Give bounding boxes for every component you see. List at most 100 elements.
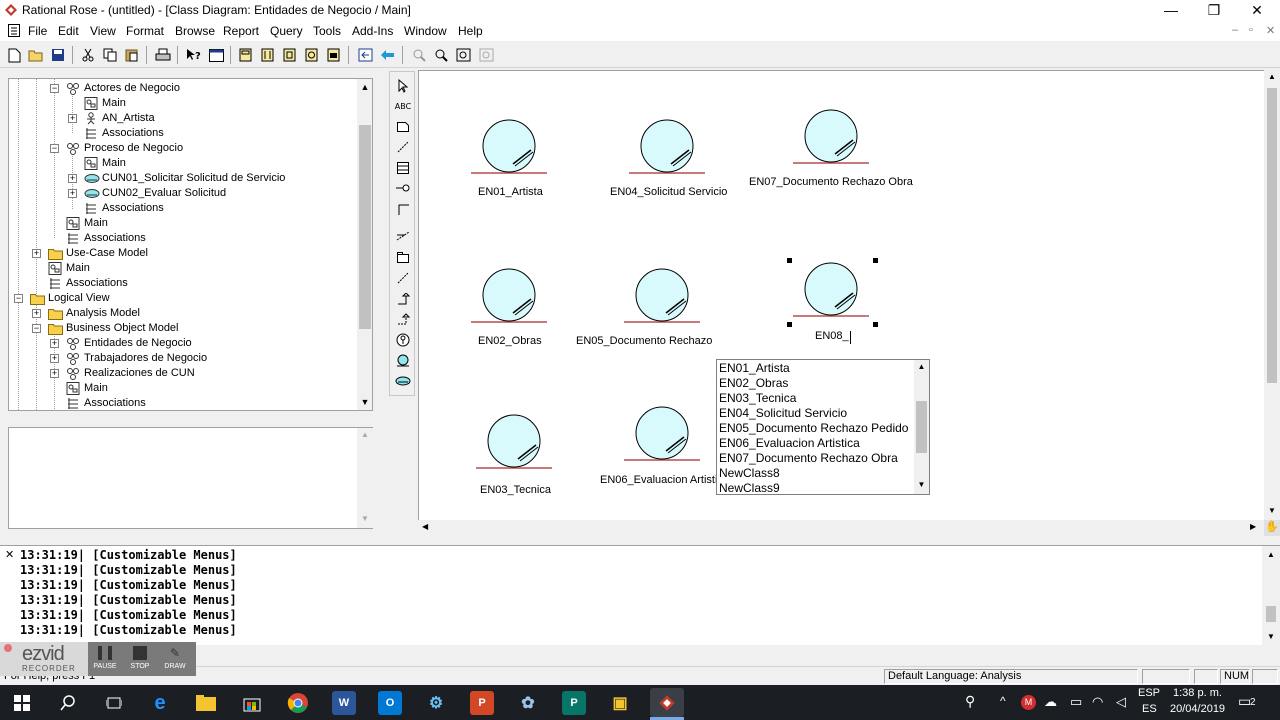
documentation-pane[interactable]: ▲ ▼ — [8, 427, 373, 529]
battery-icon[interactable]: ▭ — [1070, 694, 1082, 710]
document-icon[interactable] — [8, 24, 20, 37]
canvas-vertical-scrollbar[interactable]: ▲ ▼ — [1264, 70, 1280, 520]
canvas-vscroll-thumb[interactable] — [1267, 88, 1277, 383]
menu-edit[interactable]: Edit — [58, 24, 79, 38]
log-close-icon[interactable]: ✕ — [5, 548, 14, 561]
scroll-down-arrow-icon[interactable]: ▼ — [357, 514, 373, 523]
expand-icon[interactable]: + — [68, 174, 77, 183]
close-button[interactable]: ✕ — [1235, 0, 1279, 21]
store-icon[interactable] — [240, 691, 264, 715]
people-icon[interactable]: ⚲ — [965, 693, 975, 710]
copy-icon[interactable] — [101, 46, 119, 64]
autocomplete-item[interactable]: NewClass8 — [719, 466, 780, 481]
entity-label[interactable]: EN07_Documento Rechazo Obra — [749, 176, 913, 188]
package-tool-icon[interactable] — [394, 248, 412, 266]
tray-app-icon[interactable]: M — [1021, 695, 1036, 710]
text-tool-icon[interactable]: ABC — [394, 97, 412, 115]
mdi-restore-button[interactable]: ▫ — [1249, 24, 1253, 36]
business-entity-icon[interactable] — [622, 403, 702, 467]
expand-icon[interactable]: + — [32, 249, 41, 258]
expand-icon[interactable]: + — [68, 189, 77, 198]
hand-pan-icon[interactable]: ✋ — [1264, 520, 1280, 536]
business-actor-tool-icon[interactable] — [394, 331, 412, 349]
undo-fit-icon[interactable] — [477, 46, 495, 64]
minimize-button[interactable]: — — [1149, 0, 1193, 21]
clock-date[interactable]: 20/04/2019 — [1170, 703, 1225, 715]
mdi-minimize-button[interactable]: – — [1232, 24, 1238, 36]
menu-tools[interactable]: Tools — [313, 24, 341, 38]
business-entity-icon[interactable] — [627, 116, 707, 180]
expand-icon[interactable]: + — [50, 354, 59, 363]
entity-label[interactable]: EN06_Evaluacion Artisti — [600, 474, 717, 486]
scroll-up-arrow-icon[interactable]: ▲ — [357, 430, 373, 439]
scroll-left-arrow-icon[interactable]: ◀ — [422, 522, 428, 531]
autocomplete-item[interactable]: EN04_Solicitud Servicio — [719, 406, 847, 421]
browse-class-diagram-icon[interactable] — [236, 46, 254, 64]
class-name-autocomplete-list[interactable]: EN01_Artista EN02_Obras EN03_Tecnica EN04_S… — [716, 359, 930, 495]
expand-icon[interactable]: + — [50, 339, 59, 348]
paste-icon[interactable] — [123, 46, 141, 64]
menu-help[interactable]: Help — [458, 24, 483, 38]
generalization-tool-icon[interactable] — [394, 290, 412, 308]
collapse-icon[interactable]: − — [32, 324, 41, 333]
scroll-up-arrow-icon[interactable]: ▲ — [914, 362, 929, 371]
task-view-icon[interactable] — [102, 691, 126, 715]
scroll-down-arrow-icon[interactable]: ▼ — [1262, 632, 1280, 641]
autocomplete-item[interactable]: EN03_Tecnica — [719, 391, 796, 406]
file-explorer-icon[interactable] — [194, 691, 218, 715]
selection-handle[interactable] — [873, 322, 878, 327]
scroll-down-arrow-icon[interactable]: ▼ — [914, 480, 929, 489]
list-vertical-scrollbar[interactable]: ▲ ▼ — [914, 360, 929, 494]
tree-vertical-scrollbar[interactable]: ▲ ▼ — [357, 79, 372, 410]
scroll-up-arrow-icon[interactable]: ▲ — [357, 79, 372, 95]
note-tool-icon[interactable] — [394, 118, 412, 136]
autocomplete-item[interactable]: NewClass9 — [719, 481, 780, 494]
entity-label[interactable]: EN02_Obras — [478, 335, 542, 347]
print-icon[interactable] — [154, 46, 172, 64]
maximize-button[interactable]: ❐ — [1192, 0, 1236, 21]
wifi-icon[interactable]: ◠ — [1092, 694, 1103, 710]
realize-tool-icon[interactable] — [394, 269, 412, 287]
input-language-top[interactable]: ESP — [1138, 687, 1160, 699]
tray-overflow-chevron-icon[interactable]: ^ — [1000, 694, 1006, 708]
powerpoint-icon[interactable]: P — [470, 691, 494, 715]
realize-dashed-tool-icon[interactable] — [394, 310, 412, 328]
business-entity-icon[interactable] — [474, 411, 554, 475]
menu-add-ins[interactable]: Add-Ins — [352, 24, 393, 38]
expand-icon[interactable]: + — [50, 369, 59, 378]
class-tool-icon[interactable] — [394, 159, 412, 177]
browse-component-diagram-icon[interactable] — [280, 46, 298, 64]
zoom-in-icon[interactable] — [410, 46, 428, 64]
outlook-icon[interactable]: O — [378, 691, 402, 715]
collapse-icon[interactable]: − — [50, 144, 59, 153]
business-entity-icon[interactable] — [791, 106, 871, 170]
context-help-icon[interactable]: ? — [185, 46, 203, 64]
new-icon[interactable] — [5, 46, 23, 64]
visual-studio-icon[interactable]: ✿ — [516, 691, 540, 715]
zoom-out-icon[interactable] — [432, 46, 450, 64]
business-entity-tool-icon[interactable] — [394, 352, 412, 370]
menu-browse[interactable]: Browse — [175, 24, 215, 38]
business-entity-icon[interactable] — [791, 259, 871, 323]
business-entity-icon[interactable] — [622, 265, 702, 329]
cut-icon[interactable] — [79, 46, 97, 64]
scroll-up-arrow-icon[interactable]: ▲ — [1262, 550, 1280, 559]
collapse-icon[interactable]: − — [14, 294, 23, 303]
fit-in-window-icon[interactable] — [454, 46, 472, 64]
log-vertical-scrollbar[interactable]: ▲ ▼ — [1262, 546, 1280, 645]
dependency-tool-icon[interactable] — [394, 227, 412, 245]
recorder-stop-button[interactable]: STOP — [125, 646, 155, 674]
entity-label[interactable]: EN01_Artista — [478, 186, 543, 198]
selection-handle[interactable] — [873, 258, 878, 263]
browse-previous-icon[interactable] — [378, 46, 396, 64]
recorder-pause-button[interactable]: PAUSE — [90, 646, 120, 674]
autocomplete-item[interactable]: EN01_Artista — [719, 361, 790, 376]
input-language-bottom[interactable]: ES — [1142, 703, 1157, 715]
menu-view[interactable]: View — [90, 24, 116, 38]
model-browser-tree[interactable]: − Actores de Negocio Main + AN_Artista Associ… — [8, 78, 373, 411]
steam-icon[interactable]: ⚙ — [424, 691, 448, 715]
association-tool-icon[interactable] — [394, 200, 412, 218]
word-icon[interactable]: W — [332, 691, 356, 715]
action-center-icon[interactable]: ▭ 2 — [1238, 693, 1260, 711]
entity-label[interactable]: EN05_Documento Rechazo — [576, 335, 712, 347]
